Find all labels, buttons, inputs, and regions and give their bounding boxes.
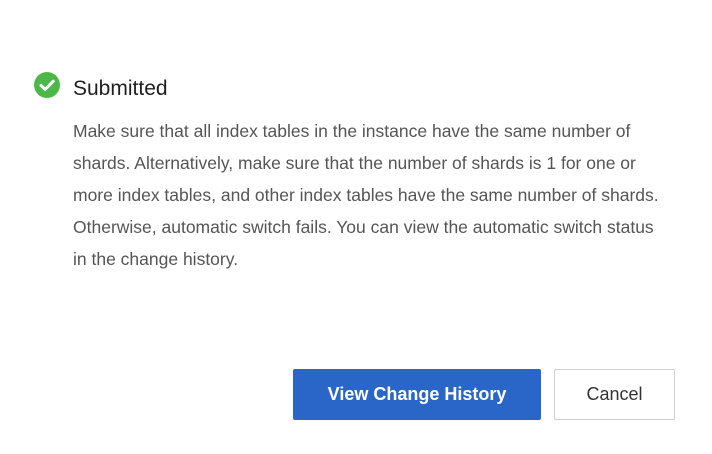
submitted-dialog: Submitted Make sure that all index table… xyxy=(0,0,712,454)
check-circle-icon xyxy=(34,72,60,98)
dialog-message: Make sure that all index tables in the i… xyxy=(73,121,659,269)
view-change-history-button[interactable]: View Change History xyxy=(293,369,541,420)
cancel-button[interactable]: Cancel xyxy=(554,369,675,420)
dialog-title: Submitted xyxy=(73,77,168,100)
